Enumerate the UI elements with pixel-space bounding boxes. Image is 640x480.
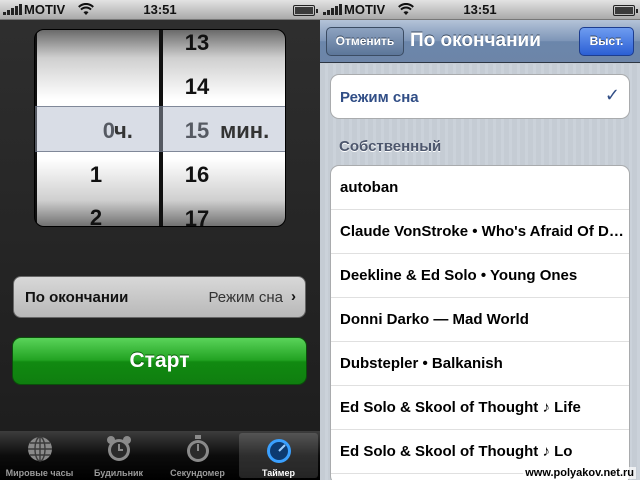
song-title: Claude VonStroke • Who's Afraid Of Detro… xyxy=(340,223,624,240)
tab-label: Таймер xyxy=(262,468,295,478)
tab-stopwatch[interactable]: Секундомер xyxy=(158,431,237,480)
when-timer-ends-screen: MOTIV 13:51 Отменить По окончании Выст. … xyxy=(320,0,640,480)
hours-value: 1 xyxy=(89,162,103,187)
song-title: autoban xyxy=(340,179,399,196)
minute-unit-label: мин. xyxy=(220,118,270,143)
status-time: 13:51 xyxy=(463,2,497,17)
status-bar: MOTIV 13:51 xyxy=(320,0,640,20)
tab-label: Секундомер xyxy=(170,468,225,478)
minutes-value: 17 xyxy=(184,206,210,227)
start-button[interactable]: Старт xyxy=(12,337,307,385)
status-time: 13:51 xyxy=(143,2,177,17)
navigation-bar: Отменить По окончании Выст. xyxy=(320,20,640,63)
minutes-value: 16 xyxy=(184,162,210,187)
list-item[interactable]: autoban xyxy=(331,166,629,210)
minutes-value: 14 xyxy=(184,74,210,99)
stopwatch-icon xyxy=(186,435,209,462)
timer-icon xyxy=(266,439,291,463)
timer-picker[interactable]: 0 1 2 13 14 15 16 17 ч. мин. xyxy=(34,29,286,227)
list-item[interactable]: Deekline & Ed Solo • Young Ones xyxy=(331,254,629,298)
minutes-value: 13 xyxy=(184,30,210,55)
list-item[interactable]: Claude VonStroke • Who's Afraid Of Detro… xyxy=(331,210,629,254)
when-timer-ends-value: Режим сна xyxy=(208,289,283,306)
hour-unit-label: ч. xyxy=(114,118,133,143)
tab-label: Мировые часы xyxy=(5,468,74,478)
watermark: www.polyakov.net.ru xyxy=(523,467,636,479)
tab-alarm[interactable]: Будильник xyxy=(79,431,158,480)
sleep-mode-label: Режим сна xyxy=(340,89,419,106)
tab-timer[interactable]: Таймер xyxy=(239,433,318,478)
status-bar: MOTIV 13:51 xyxy=(0,0,320,20)
globe-icon xyxy=(27,436,52,462)
song-title: Dubstepler • Balkanish xyxy=(340,355,503,372)
song-title: Donni Darko — Mad World xyxy=(340,311,529,328)
section-header-custom: Собственный xyxy=(339,138,442,155)
hours-value: 2 xyxy=(89,205,103,227)
list-item[interactable]: Donni Darko — Mad World xyxy=(331,298,629,342)
song-title: Ed Solo & Skool of Thought ♪ Life xyxy=(340,399,581,416)
list-item[interactable]: Ed Solo & Skool of Thought ♪ Life xyxy=(331,386,629,430)
when-timer-ends-row[interactable]: По окончании Режим сна › xyxy=(13,276,306,318)
song-title: Ed Solo & Skool of Thought ♪ Lo xyxy=(340,443,573,460)
page-title: По окончании xyxy=(410,30,541,51)
battery-icon xyxy=(613,5,638,16)
list-item[interactable]: Dubstepler • Balkanish xyxy=(331,342,629,386)
tab-world-clock[interactable]: Мировые часы xyxy=(0,431,79,480)
set-button[interactable]: Выст. xyxy=(579,27,634,56)
alarm-clock-icon xyxy=(106,436,131,461)
songs-list: autoban Claude VonStroke • Who's Afraid … xyxy=(330,165,630,480)
when-timer-ends-label: По окончании xyxy=(25,289,129,306)
cancel-button[interactable]: Отменить xyxy=(326,27,404,56)
tab-bar: Мировые часы Будильник Секундомер Таймер xyxy=(0,431,320,480)
sleep-mode-option[interactable]: Режим сна ✓ xyxy=(330,74,630,119)
timer-screen: MOTIV 13:51 0 1 2 13 14 15 16 17 ч. мин.… xyxy=(0,0,320,480)
tab-label: Будильник xyxy=(93,468,144,478)
song-title: Deekline & Ed Solo • Young Ones xyxy=(340,267,578,284)
chevron-right-icon: › xyxy=(291,288,296,305)
checkmark-icon: ✓ xyxy=(604,85,620,105)
battery-icon xyxy=(293,5,318,16)
